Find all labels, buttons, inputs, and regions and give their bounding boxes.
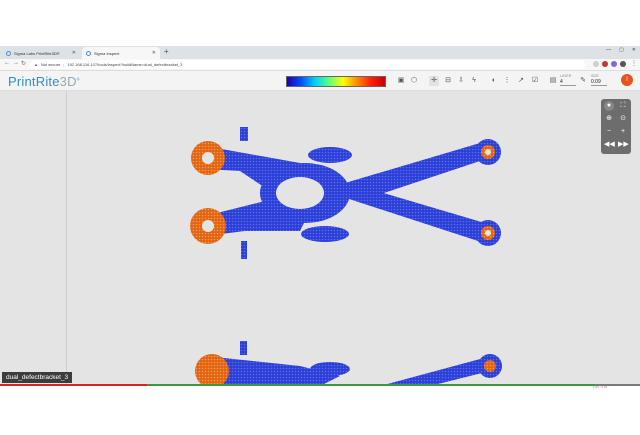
security-warning: Not secure	[40, 62, 61, 67]
forward-icon[interactable]: →	[13, 60, 19, 66]
bracket-model-render	[190, 127, 502, 386]
tab-sigma-inspect[interactable]: Sigma Inspect ✕	[82, 47, 160, 59]
layer-input[interactable]: 4	[560, 79, 576, 86]
tab-close-icon[interactable]: ✕	[152, 50, 156, 56]
size-label: SIZE	[591, 74, 599, 78]
buffered-bar	[147, 384, 596, 386]
url-text: 192.168.116.107/tools/inspect?buildName=…	[67, 62, 183, 67]
minus-icon[interactable]: −	[604, 127, 614, 137]
zoom-in-icon[interactable]: ⊕	[604, 114, 614, 124]
tab-title: Sigma Labs PrintRite3D®	[14, 50, 60, 56]
star-icon[interactable]	[593, 61, 599, 67]
close-window-icon[interactable]: ✕	[632, 47, 636, 53]
notification-avatar[interactable]: !	[621, 74, 633, 86]
address-bar: ← → ↻ ▲ Not secure | 192.168.116.107/too…	[0, 59, 640, 71]
extension-icon[interactable]	[611, 61, 617, 67]
pan-icon[interactable]: ●	[604, 101, 614, 111]
browser-tab-strip: Sigma Labs PrintRite3D® ✕ Sigma Inspect …	[0, 46, 640, 59]
tab-favicon-icon	[6, 50, 11, 56]
pointer-icon[interactable]: ↗	[516, 76, 526, 86]
url-field[interactable]: ▲ Not secure | 192.168.116.107/tools/ins…	[30, 60, 585, 69]
bracket-part-upper	[190, 127, 501, 259]
zoom-fit-icon[interactable]: ⊙	[618, 114, 628, 124]
browser-menu-icon[interactable]: ⋮	[631, 60, 637, 67]
more-icon[interactable]: ⋮	[502, 76, 512, 86]
plus-icon[interactable]: +	[618, 127, 628, 137]
tab-sigma-labs[interactable]: Sigma Labs PrintRite3D® ✕	[2, 47, 80, 59]
tab-favicon-icon	[86, 50, 91, 56]
screenshot-frame: Sigma Labs PrintRite3D® ✕ Sigma Inspect …	[0, 0, 640, 435]
half-circle-icon[interactable]: ◐	[489, 76, 499, 86]
pencil-icon[interactable]: ✎	[578, 76, 588, 86]
cube-icon[interactable]: ⬡	[409, 76, 419, 86]
image-icon[interactable]: ▣	[396, 76, 406, 86]
lightning-icon[interactable]: ϟ	[469, 76, 479, 86]
layers-icon[interactable]: ▤	[548, 76, 558, 86]
sensor-icon[interactable]: ⇩	[456, 76, 466, 86]
video-caption: dual_defectbracket_3	[2, 372, 73, 383]
bracket-part-lower	[195, 341, 502, 386]
fullscreen-icon[interactable]: ⛶	[618, 101, 628, 111]
window-controls: — ▢ ✕	[606, 47, 636, 53]
color-scale-bar	[286, 76, 386, 87]
fast-forward-icon[interactable]: ▶▶	[618, 140, 629, 150]
video-time: 1:05 / 4:34	[593, 385, 608, 389]
reload-icon[interactable]: ↻	[21, 60, 26, 67]
view-navigation-panel: ● ⛶ ⊕ ⊙ − + ◀◀ ▶▶	[601, 99, 631, 154]
tab-title: Sigma Inspect	[94, 50, 120, 56]
extension-icon[interactable]	[602, 61, 608, 67]
checklist-icon[interactable]: ☑	[530, 76, 540, 86]
minimize-icon[interactable]: —	[606, 47, 611, 53]
back-icon[interactable]: ←	[4, 60, 10, 66]
profile-icon[interactable]	[620, 61, 626, 67]
layer-label: LAYER	[560, 74, 572, 78]
warning-icon: ▲	[34, 62, 38, 67]
ruler-icon[interactable]: ⊟	[443, 76, 453, 86]
crosshair-icon[interactable]: ✛	[429, 76, 439, 86]
printrite-logo: PrintRite3D®	[8, 74, 80, 89]
app-header: PrintRite3D® ▣ ⬡ ✛ ⊟ ⇩ ϟ ◐ ⋮ ↗ ☑ ▤ LAYER…	[0, 71, 640, 91]
video-progress-bar[interactable]	[0, 384, 640, 386]
new-tab-button[interactable]: +	[164, 47, 169, 56]
size-input[interactable]: 0.09	[591, 79, 607, 86]
maximize-icon[interactable]: ▢	[619, 47, 624, 53]
tab-close-icon[interactable]: ✕	[72, 50, 76, 56]
rewind-icon[interactable]: ◀◀	[604, 140, 615, 150]
played-bar	[0, 384, 148, 386]
